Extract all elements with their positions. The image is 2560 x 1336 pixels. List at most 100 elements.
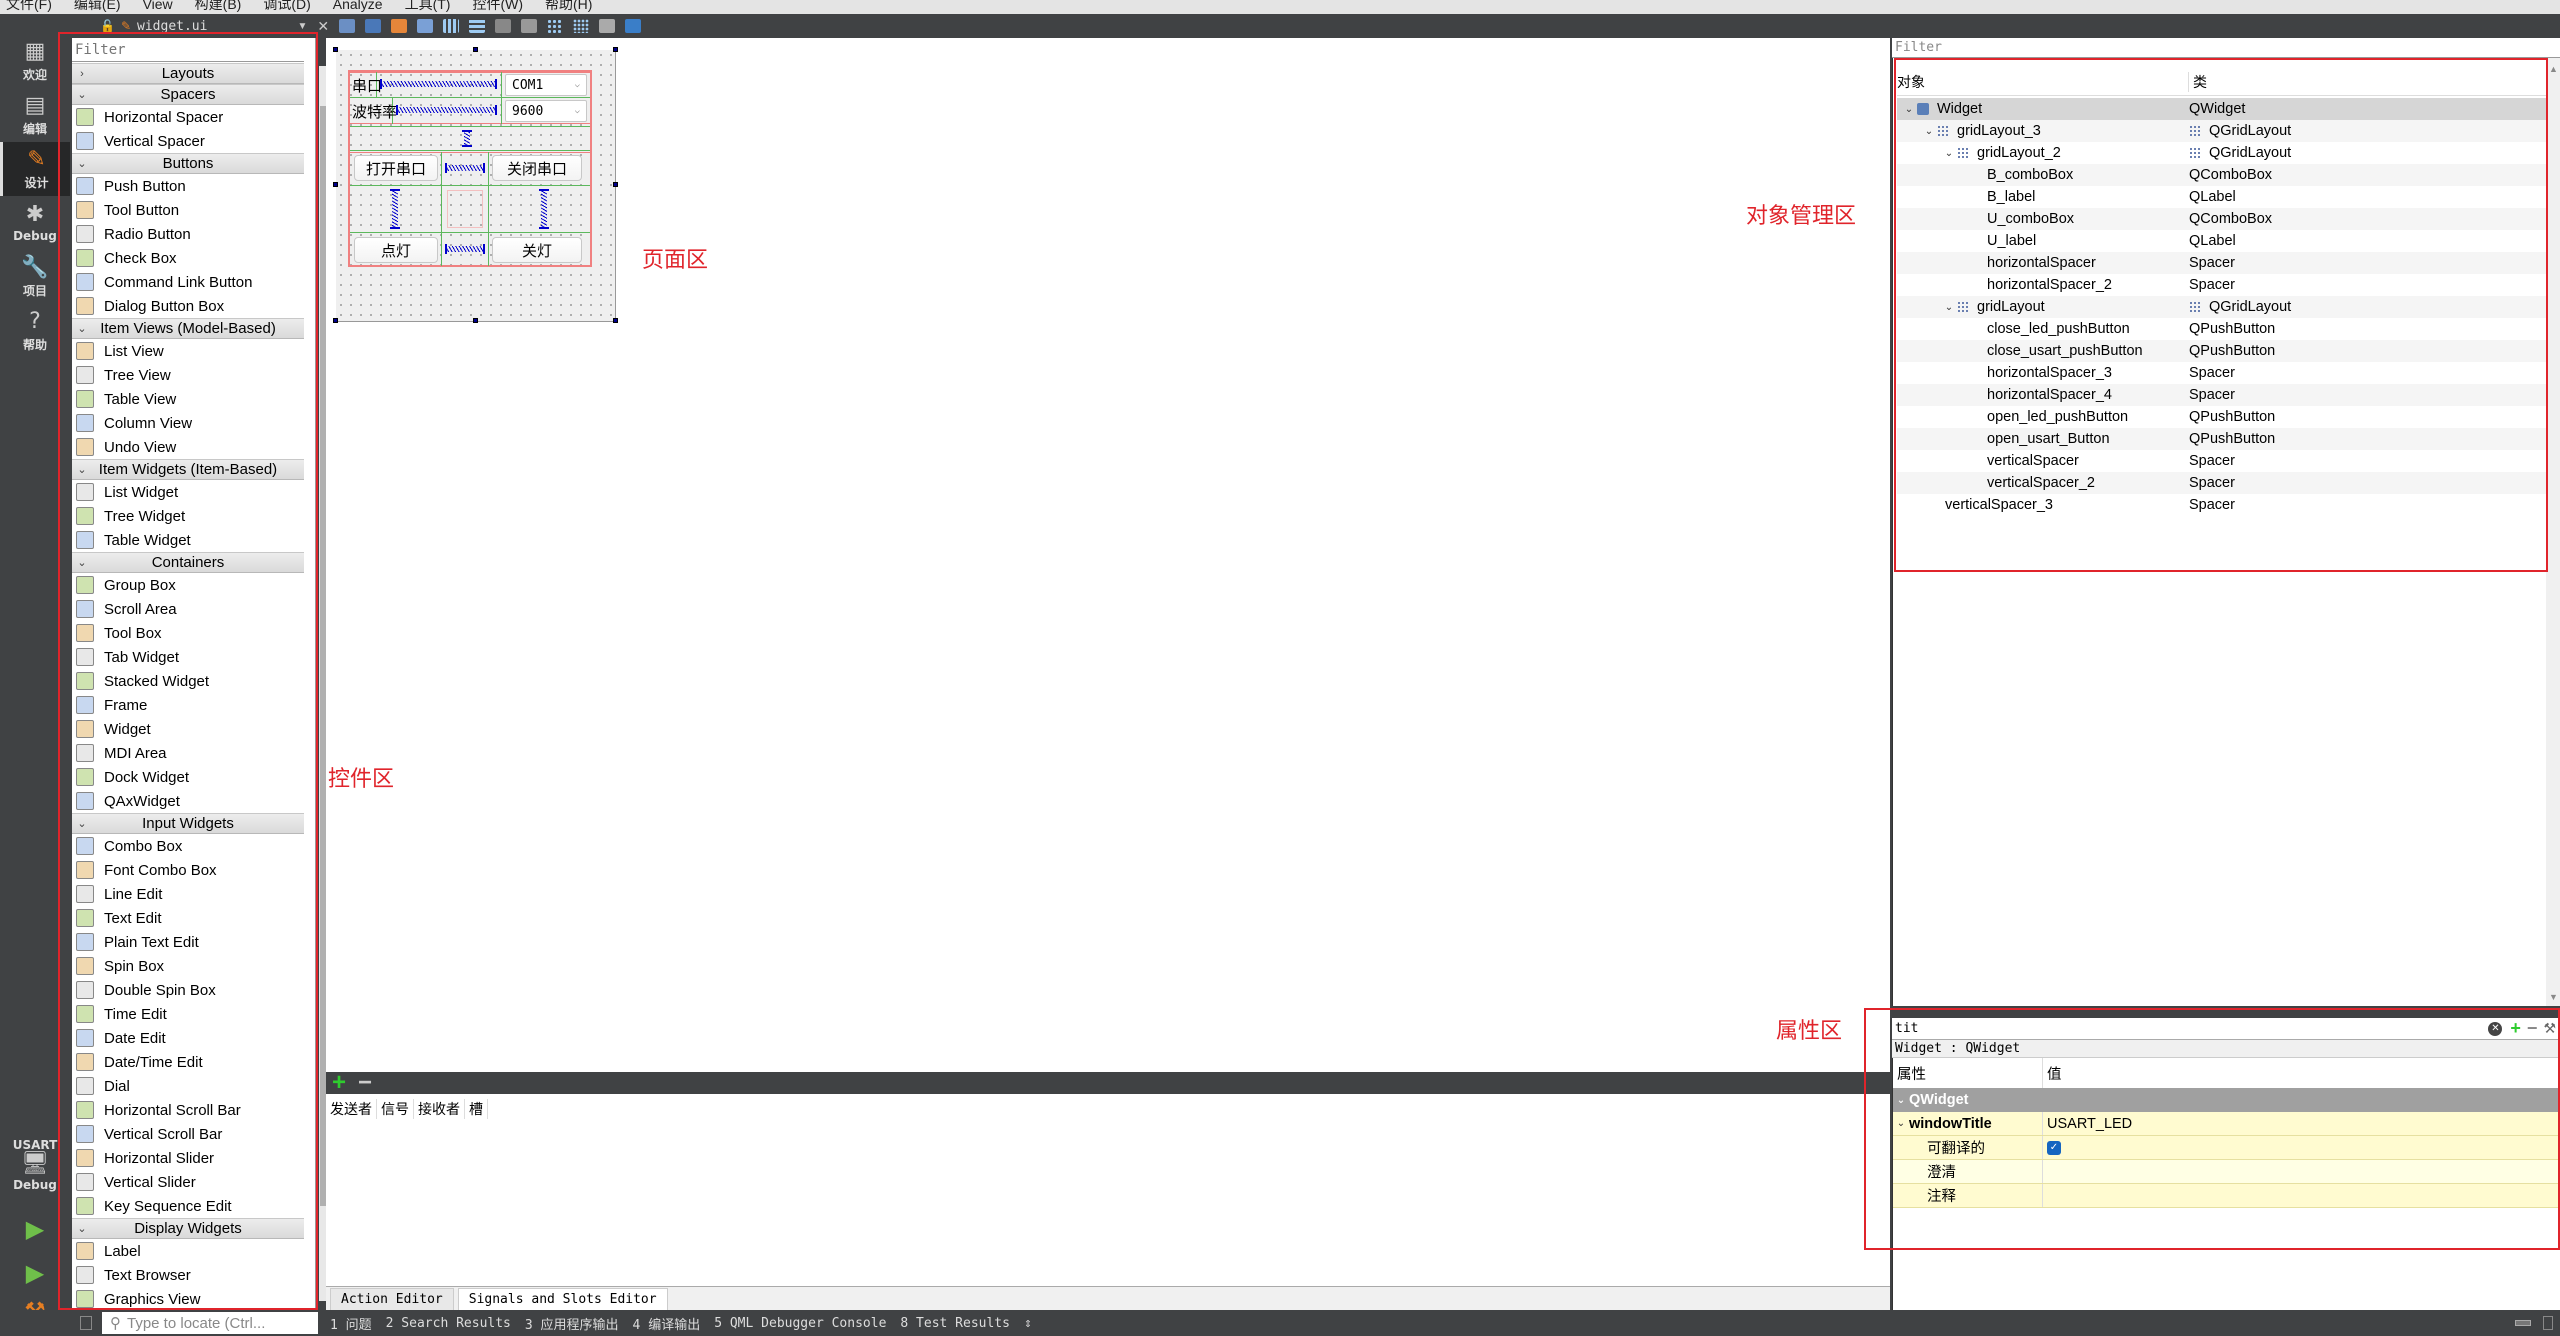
form-widget[interactable]: 串口 COM1 ⌵ 波特率 9600 ⌵ 打开串口 关闭串口 点灯 关灯: [333, 47, 618, 323]
menu-item[interactable]: View: [143, 0, 173, 11]
object-row-b-label[interactable]: B_label QLabel: [1897, 186, 2547, 208]
widget-item-list-widget[interactable]: List Widget: [72, 480, 304, 504]
object-row-u-label[interactable]: U_label QLabel: [1897, 230, 2547, 252]
column-signal[interactable]: 信号: [377, 1099, 414, 1119]
more-panes-icon[interactable]: ⇕: [1024, 1316, 1032, 1331]
widget-item-text-edit[interactable]: Text Edit: [72, 906, 304, 930]
menu-item[interactable]: 控件(W): [472, 0, 523, 11]
mode-0[interactable]: ▦ 欢迎: [0, 34, 70, 88]
property-row-disambiguation[interactable]: 澄清: [1893, 1160, 2560, 1184]
object-row-close-led-pushbutton[interactable]: close_led_pushButton QPushButton: [1897, 318, 2547, 340]
widget-item-frame[interactable]: Frame: [72, 693, 304, 717]
led-on-button[interactable]: 点灯: [354, 237, 438, 263]
column-value[interactable]: 值: [2047, 1063, 2062, 1084]
widget-item-tree-view[interactable]: Tree View: [72, 363, 304, 387]
kit-selector[interactable]: USART 🖥 Debug: [0, 1124, 70, 1204]
object-row-u-combobox[interactable]: U_comboBox QComboBox: [1897, 208, 2547, 230]
widget-item-dock-widget[interactable]: Dock Widget: [72, 765, 304, 789]
tab-action-editor[interactable]: Action Editor: [330, 1288, 454, 1310]
debug-run-icon[interactable]: ▶: [0, 1256, 70, 1290]
output-pane-3[interactable]: 3 应用程序输出: [525, 1314, 619, 1333]
widget-item-undo-view[interactable]: Undo View: [72, 435, 304, 459]
widget-item-time-edit[interactable]: Time Edit: [72, 1002, 304, 1026]
chevron-down-icon[interactable]: ⌄: [1921, 126, 1937, 137]
widget-item-double-spin-box[interactable]: Double Spin Box: [72, 978, 304, 1002]
widget-item-horizontal-slider[interactable]: Horizontal Slider: [72, 1146, 304, 1170]
close-port-button[interactable]: 关闭串口: [492, 155, 582, 181]
widget-item-vertical-spacer[interactable]: Vertical Spacer: [72, 129, 304, 153]
menu-item[interactable]: Analyze: [333, 0, 383, 11]
chevron-down-icon[interactable]: ⌄: [1901, 104, 1917, 115]
object-row-widget[interactable]: ⌄ Widget QWidget: [1897, 98, 2547, 120]
output-pane-6[interactable]: 8 Test Results: [900, 1316, 1010, 1331]
add-dynamic-property-icon[interactable]: +: [2510, 1018, 2521, 1039]
horizontal-spacer-4[interactable]: [445, 244, 485, 254]
widget-item-font-combo-box[interactable]: Font Combo Box: [72, 858, 304, 882]
column-receiver[interactable]: 接收者: [414, 1099, 465, 1119]
remove-dynamic-property-icon[interactable]: −: [2527, 1018, 2538, 1039]
led-off-button[interactable]: 关灯: [492, 237, 582, 263]
vertical-spacer[interactable]: [390, 189, 400, 229]
widget-category-input-widgets[interactable]: ⌄ Input Widgets: [72, 813, 304, 834]
widget-category-display-widgets[interactable]: ⌄ Display Widgets: [72, 1218, 304, 1239]
widget-item-check-box[interactable]: Check Box: [72, 246, 304, 270]
widget-item-dialog-button-box[interactable]: Dialog Button Box: [72, 294, 304, 318]
widget-item-radio-button[interactable]: Radio Button: [72, 222, 304, 246]
edit-signals-slots-icon[interactable]: [365, 19, 382, 33]
baud-combobox[interactable]: 9600 ⌵: [505, 100, 587, 122]
widget-item-date-edit[interactable]: Date Edit: [72, 1026, 304, 1050]
menu-item[interactable]: 文件(F): [6, 0, 52, 11]
horizontal-spacer-3[interactable]: [445, 163, 485, 173]
tab-signals-slots-editor[interactable]: Signals and Slots Editor: [457, 1288, 668, 1310]
open-file-name[interactable]: widget.ui: [137, 19, 207, 34]
resize-handle[interactable]: [333, 318, 338, 323]
widget-category-buttons[interactable]: ⌄ Buttons: [72, 153, 304, 174]
vertical-spacer-2[interactable]: [539, 189, 549, 229]
widget-item-plain-text-edit[interactable]: Plain Text Edit: [72, 930, 304, 954]
output-pane-2[interactable]: 2 Search Results: [386, 1316, 511, 1331]
widget-item-key-sequence-edit[interactable]: Key Sequence Edit: [72, 1194, 304, 1218]
object-row-horizontalspacer-4[interactable]: horizontalSpacer_4 Spacer: [1897, 384, 2547, 406]
progress-toggle-icon[interactable]: [2515, 1320, 2531, 1326]
adjust-size-icon[interactable]: [625, 19, 642, 33]
close-file-icon[interactable]: ✕: [317, 18, 329, 35]
open-port-button[interactable]: 打开串口: [354, 155, 438, 181]
property-filter-input[interactable]: [1892, 1018, 2489, 1039]
mode-2[interactable]: ✎ 设计: [0, 142, 70, 196]
widget-item-text-browser[interactable]: Text Browser: [72, 1263, 304, 1287]
layout-form-icon[interactable]: [547, 19, 564, 33]
resize-handle[interactable]: [473, 318, 478, 323]
mode-5[interactable]: ? 帮助: [0, 304, 70, 358]
mode-1[interactable]: ▤ 编辑: [0, 88, 70, 142]
widget-item-horizontal-scroll-bar[interactable]: Horizontal Scroll Bar: [72, 1098, 304, 1122]
column-property[interactable]: 属性: [1893, 1063, 1926, 1084]
chevron-down-icon[interactable]: ⌄: [1893, 1118, 1909, 1129]
clear-filter-icon[interactable]: ✕: [2488, 1021, 2503, 1036]
window-title-value[interactable]: USART_LED: [2047, 1116, 2132, 1132]
widget-item-vertical-slider[interactable]: Vertical Slider: [72, 1170, 304, 1194]
toggle-sidebar-icon[interactable]: [80, 1316, 92, 1330]
widget-item-column-view[interactable]: Column View: [72, 411, 304, 435]
widget-filter-input[interactable]: [72, 38, 304, 62]
resize-handle[interactable]: [613, 318, 618, 323]
widget-item-line-edit[interactable]: Line Edit: [72, 882, 304, 906]
widget-item-scroll-area[interactable]: Scroll Area: [72, 597, 304, 621]
break-layout-icon[interactable]: [599, 19, 616, 33]
column-sender[interactable]: 发送者: [326, 1099, 377, 1119]
object-row-verticalspacer-3[interactable]: verticalSpacer_3 Spacer: [1897, 494, 2547, 516]
object-row-gridlayout-3[interactable]: ⌄ gridLayout_3 QGridLayout: [1897, 120, 2547, 142]
object-inspector-scrollbar[interactable]: ▲ ▼: [2546, 58, 2560, 1006]
edit-widgets-icon[interactable]: [339, 19, 356, 33]
resize-handle[interactable]: [333, 182, 338, 187]
widget-item-stacked-widget[interactable]: Stacked Widget: [72, 669, 304, 693]
object-row-b-combobox[interactable]: B_comboBox QComboBox: [1897, 164, 2547, 186]
widget-item-vertical-scroll-bar[interactable]: Vertical Scroll Bar: [72, 1122, 304, 1146]
run-icon[interactable]: ▶: [0, 1212, 70, 1246]
configure-icon[interactable]: ⚒: [2543, 1020, 2556, 1037]
mode-3[interactable]: ✱ Debug: [0, 196, 70, 250]
menu-item[interactable]: 工具(T): [405, 0, 451, 11]
column-object[interactable]: 对象: [1897, 71, 2189, 92]
widget-item-mdi-area[interactable]: MDI Area: [72, 741, 304, 765]
widget-item-table-view[interactable]: Table View: [72, 387, 304, 411]
port-combobox[interactable]: COM1 ⌵: [505, 74, 587, 96]
